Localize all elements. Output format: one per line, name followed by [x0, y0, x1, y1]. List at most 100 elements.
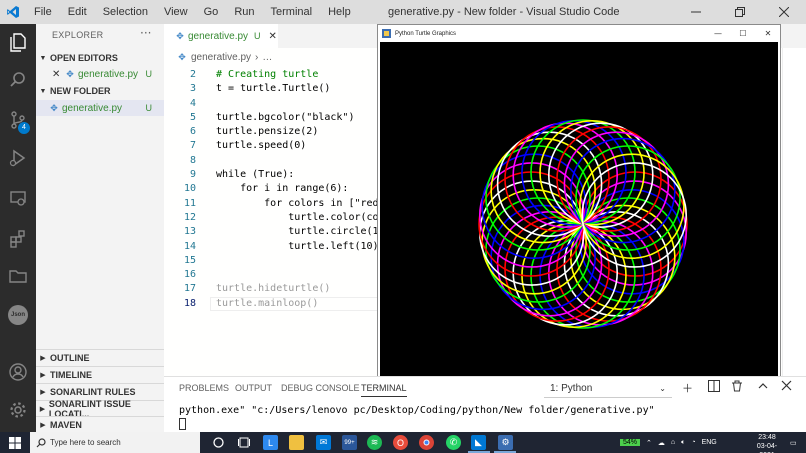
turtle-title-bar[interactable]: Python Turtle Graphics — ☐ ✕ — [378, 25, 780, 42]
task-view-icon[interactable] — [236, 435, 251, 450]
wifi-icon[interactable]: ◔ — [691, 439, 695, 446]
code-text: turtle.left(10) — [216, 240, 379, 252]
turtle-canvas[interactable] — [380, 42, 778, 378]
line-number: 7 — [189, 140, 196, 152]
window-title: generative.py - New folder - Visual Stud… — [388, 6, 620, 18]
turtle-minimize-button[interactable]: — — [708, 25, 728, 42]
account-icon[interactable] — [0, 354, 36, 390]
maven-label: MAVEN — [50, 419, 82, 430]
timeline-section[interactable]: ▶ TIMELINE — [36, 366, 164, 382]
chevron-up-icon[interactable]: ⌃ — [646, 439, 652, 447]
chevron-right-icon: ▶ — [40, 388, 46, 396]
line-number: 4 — [189, 97, 196, 109]
breadcrumb-more[interactable]: … — [262, 52, 272, 63]
close-tab-icon[interactable]: ✕ — [269, 31, 277, 42]
turtle-close-button[interactable]: ✕ — [758, 25, 778, 42]
sonarlint-issues-section[interactable]: ▶ SONARLINT ISSUE LOCATI... — [36, 399, 164, 419]
run-debug-icon[interactable] — [0, 140, 36, 176]
line-number: 2 — [189, 69, 196, 80]
clock-time: 23:48 — [758, 434, 776, 441]
tab-output[interactable]: OUTPUT — [235, 383, 272, 393]
opera-icon[interactable]: O — [393, 435, 408, 450]
whatsapp-icon[interactable]: ✆ — [446, 435, 461, 450]
folder-icon[interactable] — [0, 258, 36, 294]
restore-button[interactable] — [718, 0, 762, 24]
tab-generative-py[interactable]: ✥ generative.py U ✕ — [164, 24, 278, 48]
volume-icon[interactable]: 🔈︎ — [681, 439, 685, 447]
untracked-badge: U — [254, 31, 261, 41]
folder-header[interactable]: ▼ NEW FOLDER — [36, 83, 164, 99]
tab-problems[interactable]: PROBLEMS — [179, 383, 229, 393]
untracked-badge: U — [145, 103, 153, 113]
taskbar-search[interactable]: Type here to search — [30, 432, 200, 453]
sonarlint-rules-section[interactable]: ▶ SONARLINT RULES — [36, 383, 164, 399]
menu-selection[interactable]: Selection — [95, 0, 156, 24]
python-taskbar-icon[interactable]: ⚙ — [498, 435, 513, 450]
menu-go[interactable]: Go — [196, 0, 227, 24]
spotify-icon[interactable]: ≋ — [367, 435, 382, 450]
clock[interactable]: 23:48 03-04-2021 — [750, 433, 784, 453]
store-icon[interactable]: 99+ — [342, 435, 357, 450]
menu-view[interactable]: View — [156, 0, 196, 24]
notification-center-icon[interactable]: ▭ — [790, 432, 797, 453]
open-editor-item[interactable]: ✕ ✥ generative.py U — [36, 66, 164, 82]
outline-section[interactable]: ▶ OUTLINE — [36, 349, 164, 365]
menu-help[interactable]: Help — [320, 0, 359, 24]
terminal-output: python.exe" "c:/Users/lenovo pc/Desktop/… — [179, 405, 655, 416]
kill-terminal-icon[interactable] — [731, 380, 743, 395]
app-l-icon[interactable]: L — [263, 435, 278, 450]
network-icon[interactable]: ⌂ — [671, 439, 675, 446]
json-extension-icon[interactable]: Json — [0, 297, 36, 333]
chrome-icon[interactable] — [419, 435, 434, 450]
menu-terminal[interactable]: Terminal — [263, 0, 321, 24]
explorer-icon[interactable] — [0, 24, 36, 60]
search-icon[interactable] — [0, 62, 36, 98]
close-panel-icon[interactable] — [781, 380, 792, 394]
file-explorer-icon[interactable] — [289, 435, 304, 450]
tab-label: generative.py — [188, 30, 249, 42]
terminal-select[interactable]: 1: Python ⌄ — [544, 380, 672, 398]
menu-run[interactable]: Run — [226, 0, 262, 24]
maximize-panel-icon[interactable] — [757, 380, 769, 395]
tab-debug-console[interactable]: DEBUG CONSOLE — [281, 383, 360, 393]
scm-badge: 4 — [18, 122, 30, 134]
chevron-right-icon: ▶ — [39, 405, 46, 413]
line-number: 17 — [183, 283, 196, 295]
outline-label: OUTLINE — [50, 352, 90, 363]
chevron-right-icon: ▶ — [40, 354, 46, 362]
settings-gear-icon[interactable] — [0, 392, 36, 428]
source-control-icon[interactable]: 4 — [0, 102, 36, 138]
python-file-icon: ✥ — [178, 52, 186, 62]
folder-file-item[interactable]: ✥ generative.py U — [36, 100, 164, 116]
menu-edit[interactable]: Edit — [60, 0, 95, 24]
menu-file[interactable]: File — [26, 0, 60, 24]
cortana-icon[interactable] — [211, 435, 226, 450]
more-actions-icon[interactable]: ··· — [140, 26, 151, 40]
line-number: 14 — [183, 240, 196, 252]
mail-icon[interactable]: ✉ — [316, 435, 331, 450]
close-window-button[interactable] — [762, 0, 806, 24]
tab-terminal[interactable]: TERMINAL — [361, 383, 407, 397]
maven-section[interactable]: ▶ MAVEN — [36, 416, 164, 432]
windows-start-icon[interactable] — [0, 432, 30, 453]
weather-icon[interactable]: ☁ — [658, 439, 665, 447]
turtle-maximize-button[interactable]: ☐ — [733, 25, 753, 42]
minimize-button[interactable] — [674, 0, 718, 24]
sonarlint-rules-label: SONARLINT RULES — [50, 386, 136, 397]
split-terminal-icon[interactable] — [708, 380, 720, 395]
code-text: turtle.circle(10 — [216, 226, 385, 238]
folder-filename: generative.py — [62, 102, 123, 114]
open-editors-header[interactable]: ▼ OPEN EDITORS — [36, 50, 164, 66]
vscode-taskbar-icon[interactable]: ◣ — [471, 435, 486, 450]
remote-explorer-icon[interactable] — [0, 180, 36, 216]
python-file-icon: ✥ — [50, 102, 58, 113]
close-editor-icon[interactable]: ✕ — [52, 69, 64, 80]
minimap[interactable] — [782, 48, 806, 376]
new-terminal-icon[interactable]: ＋ — [682, 380, 693, 396]
battery-indicator[interactable]: 54% — [620, 439, 641, 446]
language-indicator[interactable]: ENG — [702, 439, 717, 446]
turtle-app-icon — [382, 29, 391, 38]
extensions-icon[interactable] — [0, 220, 36, 256]
line-number: 18 — [183, 297, 196, 309]
breadcrumb-file[interactable]: generative.py — [191, 52, 251, 63]
